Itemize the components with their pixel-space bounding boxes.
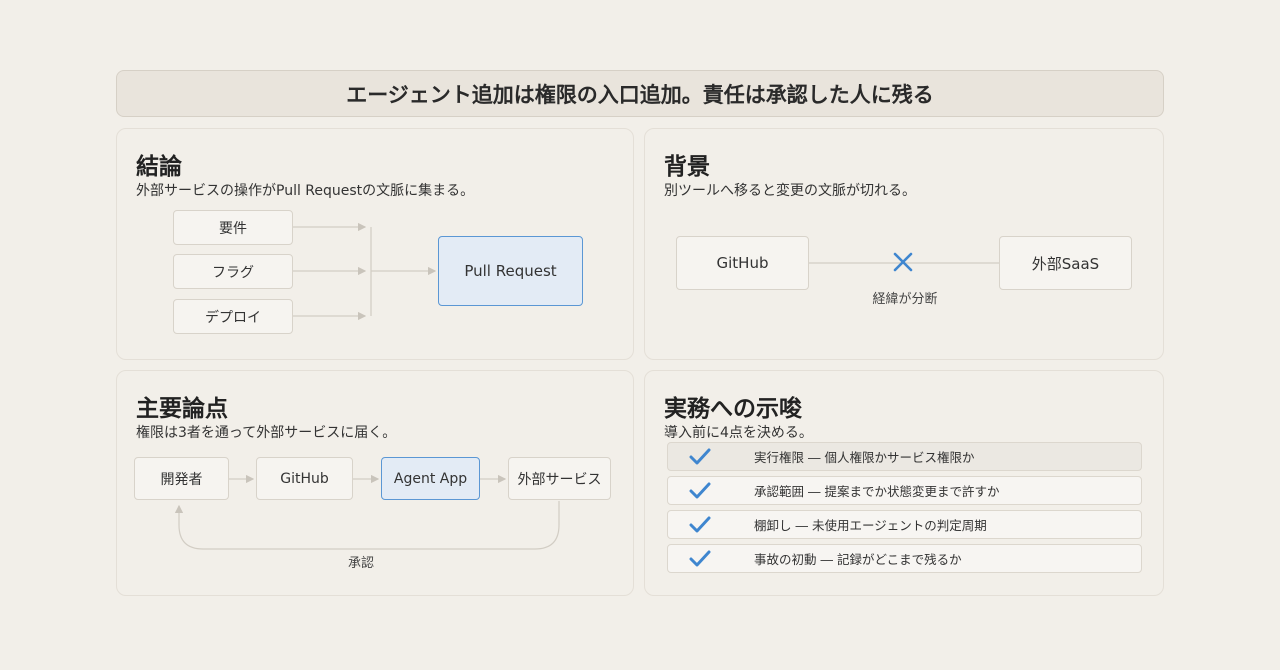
github-box: GitHub xyxy=(676,236,809,290)
conclusion-panel: 結論 外部サービスの操作がPull Requestの文脈に集まる。 要件 フラグ… xyxy=(116,128,634,360)
points-panel: 主要論点 権限は3者を通って外部サービスに届く。 開発者 GitHub Agen… xyxy=(116,370,634,596)
flow-github: GitHub xyxy=(256,457,353,500)
list-item-text: 承認範囲 ― 提案までか状態変更まで許すか xyxy=(754,484,1000,499)
list-item: 承認範囲 ― 提案までか状態変更まで許すか xyxy=(667,476,1142,505)
cross-icon xyxy=(893,252,913,272)
flow-developer: 開発者 xyxy=(134,457,229,500)
break-label: 経緯が分断 xyxy=(872,292,938,307)
list-item-text: 実行権限 ― 個人権限かサービス権限か xyxy=(754,450,975,465)
pull-request-box: Pull Request xyxy=(438,236,583,306)
flow-agent-app: Agent App xyxy=(381,457,480,500)
external-saas-box: 外部SaaS xyxy=(999,236,1132,290)
check-icon xyxy=(668,448,732,466)
input-box-requirements: 要件 xyxy=(173,210,293,245)
check-icon xyxy=(668,482,732,500)
flow-external-service: 外部サービス xyxy=(508,457,611,500)
list-item: 事故の初動 ― 記録がどこまで残るか xyxy=(667,544,1142,573)
list-item-text: 事故の初動 ― 記録がどこまで残るか xyxy=(754,552,962,567)
background-panel: 背景 別ツールへ移ると変更の文脈が切れる。 GitHub 外部SaaS 経緯が分… xyxy=(644,128,1164,360)
implications-panel: 実務への示唆 導入前に4点を決める。 実行権限 ― 個人権限かサービス権限か 承… xyxy=(644,370,1164,596)
check-icon xyxy=(668,550,732,568)
approval-label: 承認 xyxy=(348,556,375,571)
input-box-deploy: デプロイ xyxy=(173,299,293,334)
implications-title: 実務への示唆 xyxy=(664,396,802,422)
list-item: 棚卸し ― 未使用エージェントの判定周期 xyxy=(667,510,1142,539)
list-item-text: 棚卸し ― 未使用エージェントの判定周期 xyxy=(754,518,987,533)
list-item: 実行権限 ― 個人権限かサービス権限か xyxy=(667,442,1142,471)
input-box-flags: フラグ xyxy=(173,254,293,289)
implications-subtitle: 導入前に4点を決める。 xyxy=(664,425,813,441)
check-icon xyxy=(668,516,732,534)
page-title: エージェント追加は権限の入口追加。責任は承認した人に残る xyxy=(116,70,1164,117)
